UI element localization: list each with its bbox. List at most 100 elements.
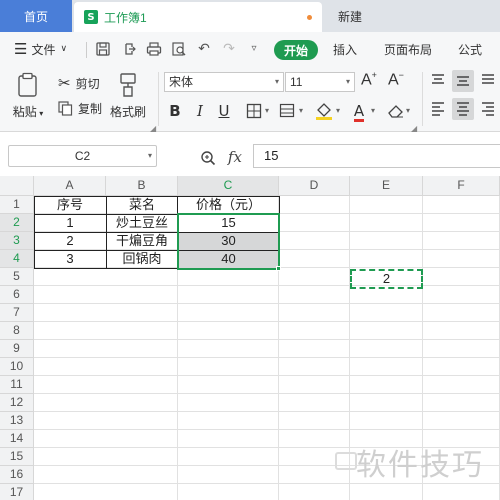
ribbon-toolbar: 粘贴 ▾ ✂ 剪切 复制 格式刷 ◢ 宋体 ▾ 11 ▾ A+ A− B I U… xyxy=(0,66,500,133)
underline-icon[interactable]: U xyxy=(213,100,235,122)
copy-label: 复制 xyxy=(78,102,103,116)
tab-formula[interactable]: 公式 xyxy=(458,32,482,66)
align-left-icon[interactable] xyxy=(430,100,450,120)
fill-color-icon[interactable] xyxy=(313,100,335,122)
table-cell[interactable]: 炒土豆丝 xyxy=(106,214,178,232)
row-header-1[interactable]: 1 xyxy=(0,196,34,214)
chevron-down-icon: ∨ xyxy=(60,44,68,54)
hamburger-icon: ☰ xyxy=(14,40,28,58)
font-color-icon[interactable]: A xyxy=(348,100,370,122)
table-header-cell[interactable]: 价格（元） xyxy=(178,196,279,214)
cut-label: 剪切 xyxy=(75,76,100,91)
font-name-select[interactable]: 宋体 ▾ xyxy=(164,72,284,92)
copy-icon xyxy=(58,101,73,116)
align-middle-icon[interactable] xyxy=(452,70,474,92)
formula-bar: C2 ▾ fx 15 xyxy=(0,140,500,174)
paste-button[interactable]: 粘贴 ▾ xyxy=(10,72,46,120)
font-size-select[interactable]: 11 ▾ xyxy=(285,72,355,92)
tab-insert[interactable]: 插入 xyxy=(333,32,357,66)
table-cell[interactable]: 回锅肉 xyxy=(106,250,178,268)
italic-icon[interactable]: I xyxy=(189,100,211,122)
main-menu-button[interactable]: ☰ 文件 ∨ xyxy=(14,32,67,66)
chevron-down-icon[interactable]: ▾ xyxy=(299,106,303,115)
row-header-12[interactable]: 12 xyxy=(0,394,34,412)
format-painter-button[interactable]: 格式刷 xyxy=(108,72,148,120)
paste-icon xyxy=(18,72,37,97)
column-header-e[interactable]: E xyxy=(350,176,423,196)
column-header-d[interactable]: D xyxy=(279,176,350,196)
align-bottom-icon[interactable] xyxy=(480,72,500,92)
chevron-down-icon[interactable]: ▾ xyxy=(406,106,410,115)
fill-handle[interactable] xyxy=(276,266,281,271)
gridline xyxy=(34,375,500,376)
redo-icon[interactable]: ↷ xyxy=(221,41,237,57)
table-header-cell[interactable]: 菜名 xyxy=(106,196,178,214)
tab-page-layout[interactable]: 页面布局 xyxy=(384,32,432,66)
cell-e5[interactable]: 2 xyxy=(350,270,423,288)
select-all-corner[interactable] xyxy=(0,176,34,196)
increase-font-size-icon[interactable]: A+ xyxy=(361,70,377,89)
row-header-5[interactable]: 5 xyxy=(0,268,34,286)
column-header-c[interactable]: C xyxy=(178,176,279,196)
insert-function-icon[interactable]: fx xyxy=(228,148,242,166)
print-icon[interactable] xyxy=(146,41,162,57)
column-header-a[interactable]: A xyxy=(34,176,106,196)
save-icon[interactable] xyxy=(95,41,111,57)
row-header-11[interactable]: 11 xyxy=(0,376,34,394)
align-center-icon[interactable] xyxy=(452,98,474,120)
row-header-10[interactable]: 10 xyxy=(0,358,34,376)
font-expand-icon[interactable]: ◢ xyxy=(411,124,417,133)
gridline xyxy=(34,429,500,430)
copy-button[interactable]: 复制 xyxy=(58,100,102,117)
undo-icon[interactable]: ↶ xyxy=(196,41,212,57)
align-top-icon[interactable] xyxy=(430,72,450,92)
column-header-b[interactable]: B xyxy=(106,176,178,196)
chevron-down-icon[interactable]: ▾ xyxy=(265,106,269,115)
tab-home[interactable]: 首页 xyxy=(0,0,72,32)
row-header-15[interactable]: 15 xyxy=(0,448,34,466)
row-header-14[interactable]: 14 xyxy=(0,430,34,448)
borders-icon[interactable] xyxy=(243,100,265,122)
chevron-down-icon[interactable]: ▾ xyxy=(371,106,375,115)
cut-button[interactable]: ✂ 剪切 xyxy=(58,74,100,92)
row-header-8[interactable]: 8 xyxy=(0,322,34,340)
table-cell[interactable]: 3 xyxy=(34,250,106,268)
eraser-icon[interactable] xyxy=(385,100,407,122)
name-box-value: C2 xyxy=(74,149,91,163)
zoom-search-icon[interactable] xyxy=(200,149,220,166)
table-cell[interactable]: 2 xyxy=(34,232,106,250)
quick-access-dropdown-icon[interactable]: ▿ xyxy=(246,41,262,57)
table-cell[interactable]: 干煸豆角 xyxy=(106,232,178,250)
font-name-value: 宋体 xyxy=(169,75,194,89)
menu-bar: ☰ 文件 ∨ ↶ ↷ ▿ 开始 插入 页面布局 公式 xyxy=(0,32,500,66)
decrease-font-size-icon[interactable]: A− xyxy=(388,70,404,89)
row-header-16[interactable]: 16 xyxy=(0,466,34,484)
table-cell[interactable]: 1 xyxy=(34,214,106,232)
cell-format-icon[interactable] xyxy=(277,100,299,122)
format-painter-icon xyxy=(120,73,136,97)
chevron-down-icon[interactable]: ▾ xyxy=(336,106,340,115)
tab-start[interactable]: 开始 xyxy=(274,40,318,60)
tab-new[interactable]: 新建 xyxy=(326,0,406,32)
column-header-f[interactable]: F xyxy=(423,176,500,196)
row-header-17[interactable]: 17 xyxy=(0,484,34,500)
export-icon[interactable] xyxy=(121,41,137,57)
row-header-9[interactable]: 9 xyxy=(0,340,34,358)
row-header-7[interactable]: 7 xyxy=(0,304,34,322)
row-header-4[interactable]: 4 xyxy=(0,250,34,268)
chevron-down-icon: ▾ xyxy=(345,77,350,86)
tab-workbook[interactable]: S 工作簿1 xyxy=(74,2,322,32)
formula-input[interactable]: 15 xyxy=(253,144,500,168)
clipboard-expand-icon[interactable]: ◢ xyxy=(150,124,156,133)
align-right-icon[interactable] xyxy=(480,100,500,120)
watermark-logo-icon xyxy=(335,452,357,470)
bold-icon[interactable]: B xyxy=(164,100,186,122)
spreadsheet-icon: S xyxy=(84,10,98,24)
row-header-3[interactable]: 3 xyxy=(0,232,34,250)
row-header-6[interactable]: 6 xyxy=(0,286,34,304)
table-header-cell[interactable]: 序号 xyxy=(34,196,106,214)
print-preview-icon[interactable] xyxy=(171,41,187,57)
row-header-2[interactable]: 2 xyxy=(0,214,34,232)
row-header-13[interactable]: 13 xyxy=(0,412,34,430)
name-box[interactable]: C2 ▾ xyxy=(8,145,157,167)
